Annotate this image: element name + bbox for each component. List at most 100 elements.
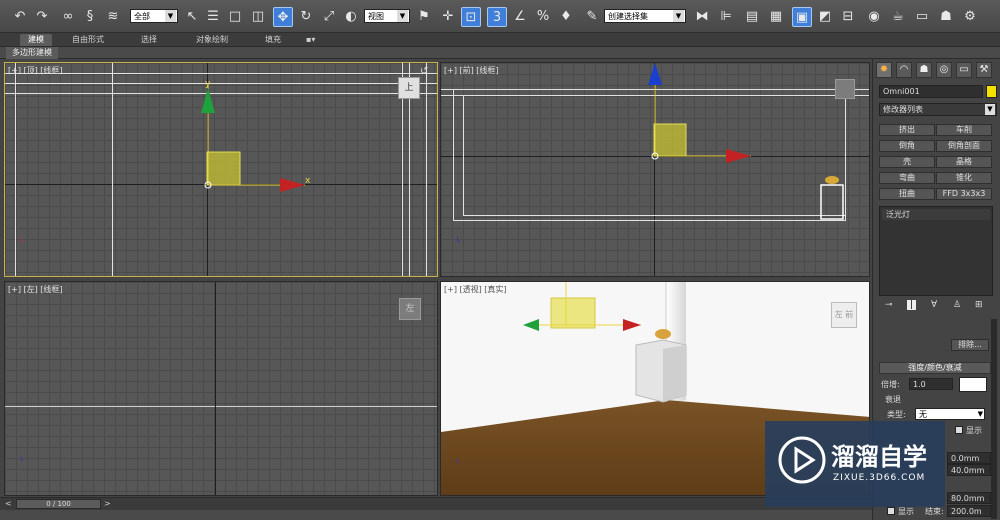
- ribbon-toggle-icon[interactable]: ▦: [766, 7, 786, 27]
- time-slider-track[interactable]: [0, 497, 872, 510]
- prev-frame-icon[interactable]: <: [5, 499, 12, 508]
- polygon-modeling-label[interactable]: 多边形建模: [6, 47, 58, 59]
- make-unique-icon[interactable]: ∀: [931, 300, 937, 310]
- rect-selection-icon[interactable]: □: [225, 7, 245, 27]
- ribbon-options-icon[interactable]: ▪▾: [298, 34, 323, 46]
- configure-sets-icon[interactable]: ⊞: [975, 300, 983, 310]
- tab-populate[interactable]: 填充: [257, 34, 289, 46]
- scene-explorer-icon[interactable]: ▣: [792, 7, 812, 27]
- create-tab-icon[interactable]: ✸: [876, 62, 892, 78]
- object-color-swatch[interactable]: [986, 85, 997, 98]
- modifier-button-twist[interactable]: 扭曲: [879, 188, 935, 200]
- modifier-stack[interactable]: 泛光灯: [879, 206, 993, 296]
- modifier-button-taper[interactable]: 锥化: [936, 172, 992, 184]
- decay-type-dropdown[interactable]: 无 ▼: [915, 408, 985, 420]
- multiplier-color-swatch[interactable]: [959, 377, 987, 392]
- modifier-button-ffd[interactable]: FFD 3x3x3: [936, 188, 992, 200]
- decay-show-checkbox[interactable]: [955, 426, 963, 434]
- modifier-button-bevel-profile[interactable]: 倒角剖面: [936, 140, 992, 152]
- time-slider[interactable]: 0 / 100: [16, 499, 101, 509]
- multiplier-input[interactable]: 1.0: [909, 378, 953, 390]
- tab-freeform[interactable]: 自由形式: [64, 34, 112, 46]
- pin-stack-icon[interactable]: ⊸: [885, 300, 893, 310]
- percent-snap-icon[interactable]: %: [533, 7, 553, 27]
- bind-spacewarp-icon[interactable]: ≋: [103, 7, 123, 27]
- steering-wheel-icon[interactable]: ↺: [420, 66, 428, 77]
- spinner-snap-icon[interactable]: ♦: [556, 7, 576, 27]
- selection-filter-value: 全部: [134, 12, 150, 21]
- snaps-toggle-icon[interactable]: 3: [487, 7, 507, 27]
- viewport-top[interactable]: x y 上 ↺ [+] [顶] [线框] └: [4, 62, 438, 277]
- viewcube[interactable]: 左: [399, 298, 421, 320]
- select-move-icon[interactable]: ✥: [273, 7, 293, 27]
- exclude-button[interactable]: 排除...: [951, 339, 989, 351]
- pivot-center-icon[interactable]: ⚑: [414, 7, 434, 27]
- mirror-icon[interactable]: ⧓: [692, 7, 712, 27]
- viewcube[interactable]: 左 前: [831, 302, 857, 328]
- display-tab-icon[interactable]: ▭: [956, 62, 972, 78]
- motion-tab-icon[interactable]: ◎: [936, 62, 952, 78]
- viewcube[interactable]: [835, 79, 855, 99]
- viewport-front-label[interactable]: [+] [前] [线框]: [444, 65, 499, 76]
- modifier-button-bevel[interactable]: 倒角: [879, 140, 935, 152]
- schematic-view-icon[interactable]: ⊟: [838, 7, 858, 27]
- modifier-button-lattice[interactable]: 晶格: [936, 156, 992, 168]
- align-icon[interactable]: ⊫: [716, 7, 736, 27]
- stack-item-omni-light[interactable]: 泛光灯: [882, 209, 990, 220]
- viewport-top-label[interactable]: [+] [顶] [线框]: [8, 65, 63, 76]
- window-crossing-icon[interactable]: ◫: [248, 7, 268, 27]
- redo-icon[interactable]: ↷: [32, 7, 52, 27]
- angle-snap-icon[interactable]: ∠: [510, 7, 530, 27]
- select-scale-icon[interactable]: ⤢: [319, 7, 339, 27]
- tab-selection[interactable]: 选择: [133, 34, 165, 46]
- modifier-button-shell[interactable]: 壳: [879, 156, 935, 168]
- far-start-input[interactable]: 80.0mm: [947, 492, 991, 504]
- viewport-left[interactable]: 左 [+] [左] [线框] └: [4, 281, 438, 496]
- link-icon[interactable]: ∞: [58, 7, 78, 27]
- reference-coordinate-dropdown[interactable]: 视图 ▼: [364, 9, 410, 23]
- modifier-button-extrude[interactable]: 挤出: [879, 124, 935, 136]
- viewcube[interactable]: 上: [398, 77, 420, 99]
- render-setup-icon[interactable]: ☕: [888, 7, 908, 27]
- viewport-perspective-label[interactable]: [+] [透视] [真实]: [444, 284, 507, 295]
- select-rotate-icon[interactable]: ↻: [296, 7, 316, 27]
- select-object-icon[interactable]: ↖: [182, 7, 202, 27]
- far-end-input[interactable]: 200.0m: [947, 505, 991, 517]
- undo-icon[interactable]: ↶: [10, 7, 30, 27]
- show-end-result-icon[interactable]: |: [907, 300, 916, 310]
- edit-named-selection-icon[interactable]: ✎: [582, 7, 602, 27]
- rendered-frame-icon[interactable]: ▭: [912, 7, 932, 27]
- intensity-rollout-header[interactable]: 强度/颜色/衰减: [879, 362, 991, 374]
- modify-tab-icon[interactable]: ◠: [896, 62, 912, 78]
- layer-manager-icon[interactable]: ▤: [742, 7, 762, 27]
- next-frame-icon[interactable]: >: [104, 499, 111, 508]
- command-panel-scrollbar[interactable]: [991, 319, 997, 519]
- curve-editor-icon[interactable]: ◩: [815, 7, 835, 27]
- keyboard-shortcut-icon[interactable]: ⊡: [461, 7, 481, 27]
- unlink-icon[interactable]: §: [80, 7, 100, 27]
- render-iterative-icon[interactable]: ⚙: [960, 7, 980, 27]
- select-by-name-icon[interactable]: ☰: [203, 7, 223, 27]
- near-end-input[interactable]: 40.0mm: [947, 464, 991, 476]
- far-show-checkbox[interactable]: [887, 507, 895, 515]
- material-editor-icon[interactable]: ◉: [864, 7, 884, 27]
- modifier-button-bend[interactable]: 弯曲: [879, 172, 935, 184]
- placement-icon[interactable]: ◐: [341, 7, 361, 27]
- chevron-down-icon: ▼: [985, 104, 995, 115]
- object-name-field[interactable]: Omni001: [879, 85, 983, 98]
- tab-object-paint[interactable]: 对象绘制: [188, 34, 236, 46]
- modifier-button-lathe[interactable]: 车削: [936, 124, 992, 136]
- selection-filter-dropdown[interactable]: 全部 ▼: [130, 9, 178, 23]
- named-selection-dropdown[interactable]: 创建选择集 ▼: [604, 9, 686, 23]
- viewport-front[interactable]: [+] [前] [线框] └: [440, 62, 870, 277]
- utilities-tab-icon[interactable]: ⚒: [976, 62, 992, 78]
- hierarchy-tab-icon[interactable]: ☗: [916, 62, 932, 78]
- tab-modeling[interactable]: 建模: [20, 34, 52, 46]
- trackbar[interactable]: [0, 510, 872, 520]
- near-start-input[interactable]: 0.0mm: [947, 452, 991, 464]
- modifier-list-dropdown[interactable]: 修改器列表 ▼: [879, 103, 997, 116]
- remove-modifier-icon[interactable]: ♙: [953, 300, 961, 310]
- render-production-icon[interactable]: ☗: [936, 7, 956, 27]
- select-manipulate-icon[interactable]: ✛: [438, 7, 458, 27]
- viewport-left-label[interactable]: [+] [左] [线框]: [8, 284, 63, 295]
